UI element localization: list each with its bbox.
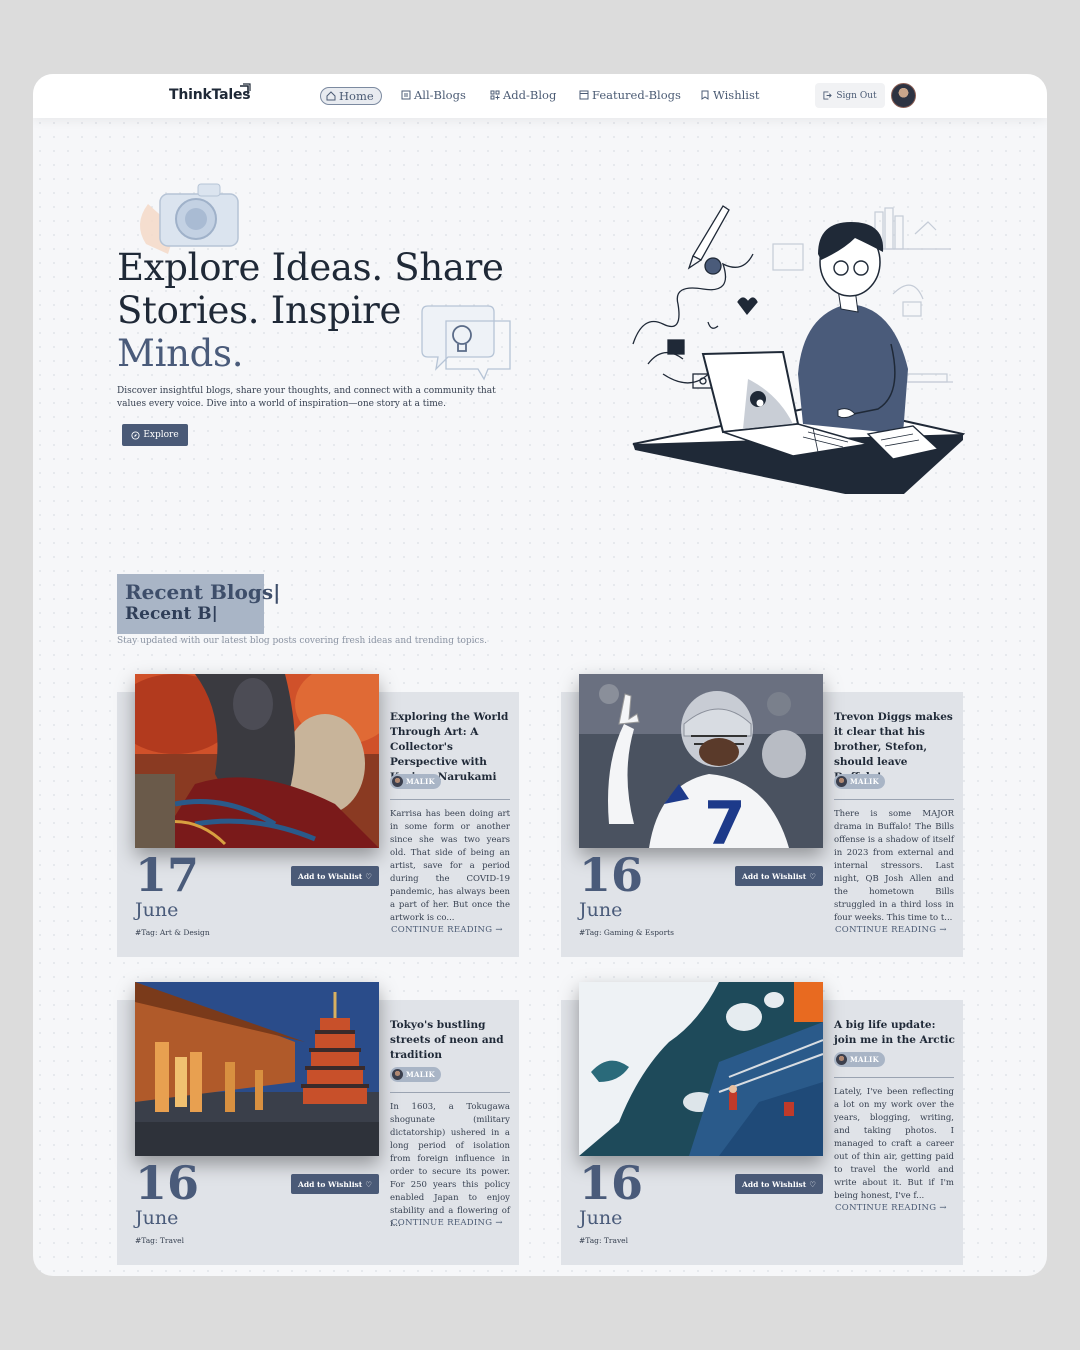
add-to-wishlist-button[interactable]: Add to Wishlist ♡ <box>291 1174 379 1194</box>
brand-logo[interactable]: ThinkTales <box>169 83 251 103</box>
blog-card-excerpt: Lately, I've been reflecting a lot on my… <box>834 1087 954 1201</box>
heart-icon: ♡ <box>365 1179 372 1189</box>
bookmark-icon <box>701 90 709 100</box>
blog-card-excerpt: There is some MAJOR drama in Buffalo! Th… <box>834 809 954 923</box>
author-badge: MALIK <box>390 1067 441 1082</box>
arrow-right-icon: → <box>495 925 503 935</box>
blog-card-tag: #Tag: Travel <box>135 1236 185 1245</box>
author-badge: MALIK <box>834 774 885 789</box>
user-avatar[interactable] <box>891 83 916 108</box>
blog-card-tag: #Tag: Travel <box>579 1236 629 1245</box>
nav-add-blog[interactable]: Add-Blog <box>490 88 556 102</box>
tokyo-temple-image <box>135 982 379 1156</box>
sign-out-icon <box>823 91 833 100</box>
blog-card-image[interactable]: 7 <box>579 674 823 848</box>
list-icon <box>401 90 411 100</box>
heart-icon: ♡ <box>365 871 372 881</box>
page-frame: ThinkTales Home All-Blogs Add-Blog Featu… <box>33 74 1047 1276</box>
hero-title: Explore Ideas. Share Stories. Inspire Mi… <box>117 246 504 375</box>
nav-wishlist[interactable]: Wishlist <box>700 88 759 102</box>
date-month: June <box>135 899 179 921</box>
author-avatar <box>392 1069 403 1080</box>
blog-card-image[interactable] <box>135 674 379 848</box>
divider <box>390 1092 510 1093</box>
blog-card: Tokyo's bustling streets of neon and tra… <box>117 982 519 1265</box>
author-avatar <box>836 1054 847 1065</box>
date-day: 16 <box>135 1156 200 1210</box>
arrow-right-icon: → <box>495 1218 503 1228</box>
arrow-right-icon: → <box>939 1203 947 1213</box>
football-player-image: 7 <box>579 674 823 848</box>
heart-icon: ♡ <box>809 871 816 881</box>
svg-text:7: 7 <box>704 789 746 848</box>
blog-card-title[interactable]: A big life update: join me in the Arctic <box>834 1018 956 1048</box>
blog-card-tag: #Tag: Gaming & Esports <box>579 928 675 937</box>
date-month: June <box>579 899 623 921</box>
continue-reading-link[interactable]: CONTINUE READING → <box>391 925 503 935</box>
blog-card: A big life update: join me in the Arctic… <box>561 982 963 1265</box>
blog-card-excerpt: In 1603, a Tokugawa shogunate (military … <box>390 1102 510 1229</box>
add-to-wishlist-button[interactable]: Add to Wishlist ♡ <box>735 1174 823 1194</box>
blog-card-tag: #Tag: Art & Design <box>135 928 210 937</box>
arctic-ice-image <box>579 982 823 1156</box>
nav-all-blogs[interactable]: All-Blogs <box>401 88 466 102</box>
blog-card-title[interactable]: Tokyo's bustling streets of neon and tra… <box>390 1018 512 1063</box>
author-badge: MALIK <box>834 1052 885 1067</box>
date-month: June <box>579 1207 623 1229</box>
arrow-right-icon: → <box>939 925 947 935</box>
add-to-wishlist-button[interactable]: Add to Wishlist ♡ <box>735 866 823 886</box>
navbar: ThinkTales Home All-Blogs Add-Blog Featu… <box>33 74 1047 118</box>
nav-featured-blogs[interactable]: Featured-Blogs <box>579 88 681 102</box>
divider <box>834 1077 954 1078</box>
blog-card-image[interactable] <box>135 982 379 1156</box>
blog-card: Exploring the World Through Art: A Colle… <box>117 674 519 957</box>
hero-subtitle: Discover insightful blogs, share your th… <box>117 386 496 409</box>
continue-reading-link[interactable]: CONTINUE READING → <box>835 925 947 935</box>
heart-icon: ♡ <box>809 1179 816 1189</box>
recent-blogs-subtitle: Stay updated with our latest blog posts … <box>117 636 488 646</box>
continue-reading-link[interactable]: CONTINUE READING → <box>835 1203 947 1213</box>
blog-card-image[interactable] <box>579 982 823 1156</box>
sign-out-button[interactable]: Sign Out <box>815 83 885 108</box>
author-badge: MALIK <box>390 774 441 789</box>
divider <box>390 799 510 800</box>
recent-blogs-title-echo: Recent B| <box>125 604 218 622</box>
date-month: June <box>135 1207 179 1229</box>
blog-card-excerpt: Karrisa has been doing art in some form … <box>390 809 510 923</box>
divider <box>834 799 954 800</box>
add-icon <box>490 90 500 100</box>
continue-reading-link[interactable]: CONTINUE READING → <box>391 1218 503 1228</box>
featured-icon <box>579 90 589 100</box>
recent-blogs-title: Recent Blogs| <box>125 580 281 604</box>
compass-icon <box>131 430 140 440</box>
explore-button[interactable]: Explore <box>122 424 188 446</box>
date-day: 17 <box>135 848 200 902</box>
date-day: 16 <box>579 848 644 902</box>
blog-card: 7 Trevon Diggs makes it clear that his b… <box>561 674 963 957</box>
person-laptop-illustration <box>632 205 966 494</box>
home-icon <box>326 91 336 101</box>
date-day: 16 <box>579 1156 644 1210</box>
add-to-wishlist-button[interactable]: Add to Wishlist ♡ <box>291 866 379 886</box>
nav-home[interactable]: Home <box>320 87 382 105</box>
logo-mark-icon <box>240 83 251 94</box>
author-avatar <box>392 776 403 787</box>
art-painting-image <box>135 674 379 848</box>
author-avatar <box>836 776 847 787</box>
